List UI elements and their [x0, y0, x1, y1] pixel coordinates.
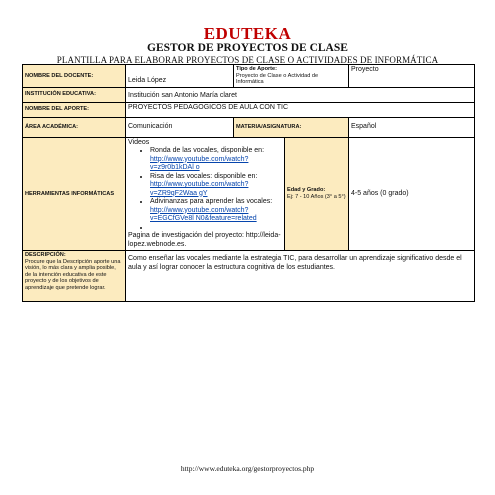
- pagina-investigacion: Pagina de investigación del proyecto: ht…: [128, 232, 281, 248]
- video-item-text: Ronda de las vocales, disponible en:: [150, 147, 265, 154]
- docente-value: Leida López: [125, 64, 234, 88]
- row-area: ÁREA ACADÉMICA: Comunicación MATERIA/ASI…: [22, 116, 475, 138]
- video-item-text: Adivinanzas para aprender las vocales:: [150, 198, 273, 205]
- row-institucion: INSTITUCIÓN EDUCATIVA: Institución san A…: [22, 86, 475, 103]
- aporte-label: NOMBRE DEL APORTE:: [22, 101, 126, 118]
- video-link[interactable]: http://www.youtube.com/watch?v=EGCfGVe8l…: [150, 207, 257, 223]
- video-list: Ronda de las vocales, disponible en: htt…: [128, 147, 282, 232]
- edad-cell: Edad y Grado: Ej: 7 - 10 Años (3° a 5°): [284, 136, 349, 251]
- descripcion-value: Como enseñar las vocales mediante la est…: [125, 250, 475, 302]
- tipo-aporte-desc: Proyecto de Clase o Actividad de Informá…: [236, 72, 319, 86]
- edad-desc: Ej: 7 - 10 Años (3° a 5°): [287, 193, 346, 200]
- aporte-value: PROYECTOS PEDAGOGICOS DE AULA CON TIC: [125, 101, 475, 118]
- area-label: ÁREA ACADÉMICA:: [22, 116, 126, 138]
- video-item: Adivinanzas para aprender las vocales: h…: [150, 198, 282, 224]
- herramientas-label: HERRAMIENTAS INFORMÁTICAS: [22, 136, 126, 251]
- area-value: Comunicación: [125, 116, 234, 138]
- video-item: Ronda de las vocales, disponible en: htt…: [150, 147, 282, 173]
- descripcion-cell: DESCRIPCIÓN: Procure que la Descripción …: [22, 250, 126, 302]
- row-aporte: NOMBRE DEL APORTE: PROYECTOS PEDAGOGICOS…: [22, 101, 475, 118]
- videos-heading: Videos: [128, 138, 150, 146]
- tipo-aporte-cell: Tipo de Aporte: Proyecto de Clase o Acti…: [233, 64, 349, 88]
- video-item-empty: [150, 224, 282, 233]
- row-herramientas: HERRAMIENTAS INFORMÁTICAS Videos Ronda d…: [22, 136, 475, 251]
- docente-value-text: Leida López: [128, 77, 167, 84]
- row-descripcion: DESCRIPCIÓN: Procure que la Descripción …: [22, 250, 475, 302]
- herramientas-content: Videos Ronda de las vocales, disponible …: [125, 136, 285, 251]
- video-item: Risa de las vocales: disponible en: http…: [150, 173, 282, 199]
- document-title: EDUTEKA: [203, 24, 292, 43]
- video-item-text: Risa de las vocales: disponible en:: [150, 172, 258, 180]
- docente-label: NOMBRE DEL DOCENTE:: [22, 64, 126, 88]
- materia-label: MATERIA/ASIGNATURA:: [233, 116, 349, 138]
- descripcion-help: Procure que la Descripción aporte una vi…: [25, 258, 121, 291]
- edad-value: 4-5 años (0 grado): [348, 136, 475, 251]
- row-docente: NOMBRE DEL DOCENTE: Leida López Tipo de …: [22, 64, 475, 88]
- project-form-table: NOMBRE DEL DOCENTE: Leida López Tipo de …: [22, 64, 475, 302]
- video-link[interactable]: http://www.youtube.com/watch?v=ZR9qF2Waa…: [150, 181, 248, 197]
- institucion-label: INSTITUCIÓN EDUCATIVA:: [22, 86, 126, 103]
- document-subtitle: GESTOR DE PROYECTOS DE CLASE: [147, 42, 348, 54]
- footer-url: http://www.eduteka.org/gestorproyectos.p…: [180, 464, 315, 473]
- materia-value: Español: [348, 116, 475, 138]
- video-link[interactable]: http://www.youtube.com/watch?v=z9r0b1kDA…: [150, 156, 248, 172]
- tipo-aporte-value: Proyecto: [348, 64, 475, 88]
- institucion-value: Institución san Antonio María claret: [125, 86, 475, 103]
